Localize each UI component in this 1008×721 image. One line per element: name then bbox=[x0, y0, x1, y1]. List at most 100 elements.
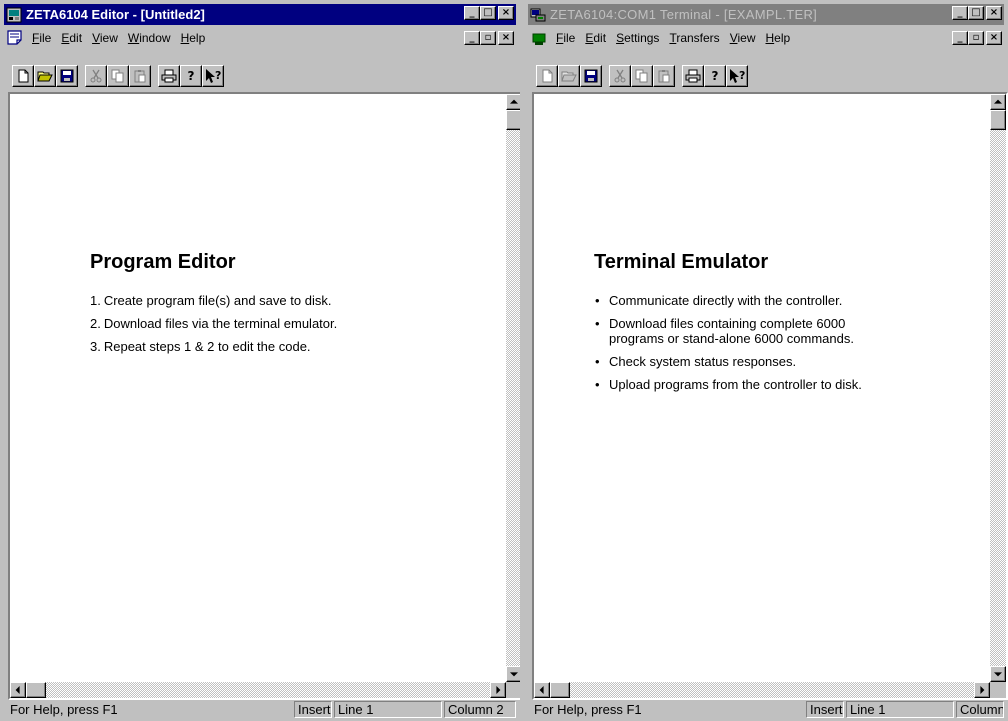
terminal-text-area[interactable]: Terminal Emulator Communicate directly w… bbox=[534, 94, 990, 682]
editor-vertical-scrollbar[interactable] bbox=[506, 94, 520, 682]
editor-doc-close-button[interactable]: × bbox=[498, 31, 514, 45]
terminal-minimize-button[interactable]: _ bbox=[952, 6, 968, 20]
terminal-menu-file[interactable]: File bbox=[556, 31, 575, 45]
new-file-button[interactable] bbox=[536, 65, 558, 87]
scroll-right-button[interactable] bbox=[490, 682, 506, 698]
terminal-titlebar[interactable]: ZETA6104:COM1 Terminal - [EXAMPL.TER] _ … bbox=[528, 4, 1004, 25]
editor-menu-view[interactable]: View bbox=[92, 31, 118, 45]
help-button[interactable]: ? bbox=[180, 65, 202, 87]
arrow-left-icon bbox=[539, 686, 544, 694]
status-help-text: For Help, press F1 bbox=[534, 702, 642, 717]
print-button[interactable] bbox=[158, 65, 180, 87]
status-column: Column 2 bbox=[444, 701, 516, 718]
scroll-thumb[interactable] bbox=[990, 110, 1006, 130]
copy-button[interactable] bbox=[107, 65, 129, 87]
terminal-vertical-scrollbar[interactable] bbox=[990, 94, 1006, 682]
status-column: Column bbox=[956, 701, 1004, 718]
editor-doc-restore-button[interactable]: ▫ bbox=[480, 31, 496, 45]
editor-title: ZETA6104 Editor - [Untitled2] bbox=[26, 7, 205, 22]
copy-button[interactable] bbox=[631, 65, 653, 87]
printer-icon bbox=[161, 69, 177, 83]
scroll-down-button[interactable] bbox=[506, 666, 520, 682]
cut-button[interactable] bbox=[85, 65, 107, 87]
editor-window: ZETA6104 Editor - [Untitled2] _ □ × File… bbox=[0, 0, 520, 721]
arrow-up-icon bbox=[994, 99, 1002, 104]
editor-menu-window[interactable]: Window bbox=[128, 31, 171, 45]
terminal-doc-minimize-button[interactable]: _ bbox=[952, 31, 968, 45]
editor-titlebar[interactable]: ZETA6104 Editor - [Untitled2] _ □ × bbox=[4, 4, 516, 25]
scissors-icon bbox=[90, 69, 102, 83]
print-button[interactable] bbox=[682, 65, 704, 87]
editor-heading: Program Editor bbox=[90, 251, 236, 273]
save-button[interactable] bbox=[56, 65, 78, 87]
terminal-menu-help[interactable]: Help bbox=[766, 31, 791, 45]
scroll-left-button[interactable] bbox=[534, 682, 550, 698]
list-item: Upload programs from the controller to d… bbox=[594, 377, 862, 392]
terminal-maximize-button[interactable]: □ bbox=[968, 6, 984, 20]
terminal-document-area[interactable]: Terminal Emulator Communicate directly w… bbox=[532, 92, 1008, 700]
scroll-thumb[interactable] bbox=[26, 682, 46, 698]
terminal-doc-close-button[interactable]: × bbox=[986, 31, 1002, 45]
terminal-close-button[interactable]: × bbox=[986, 6, 1002, 20]
editor-text-area[interactable]: Program Editor 1. Create program file(s) … bbox=[10, 94, 506, 682]
open-file-button[interactable] bbox=[34, 65, 56, 87]
terminal-menu-edit[interactable]: Edit bbox=[585, 31, 606, 45]
context-help-arrow-icon: ? bbox=[206, 69, 221, 83]
terminal-heading: Terminal Emulator bbox=[594, 251, 769, 273]
arrow-left-icon bbox=[15, 686, 20, 694]
status-help-text: For Help, press F1 bbox=[10, 702, 118, 717]
scroll-up-button[interactable] bbox=[506, 94, 520, 110]
context-help-button[interactable]: ? bbox=[726, 65, 748, 87]
context-help-arrow-icon: ? bbox=[730, 69, 745, 83]
cut-button[interactable] bbox=[609, 65, 631, 87]
scroll-left-button[interactable] bbox=[10, 682, 26, 698]
open-file-button[interactable] bbox=[558, 65, 580, 87]
terminal-doc-restore-button[interactable]: ▫ bbox=[968, 31, 984, 45]
context-help-button[interactable]: ? bbox=[202, 65, 224, 87]
scroll-down-button[interactable] bbox=[990, 666, 1006, 682]
arrow-right-icon bbox=[980, 686, 985, 694]
document-icon[interactable] bbox=[6, 29, 24, 47]
new-file-button[interactable] bbox=[12, 65, 34, 87]
editor-minimize-button[interactable]: _ bbox=[464, 6, 480, 20]
scroll-right-button[interactable] bbox=[974, 682, 990, 698]
terminal-horizontal-scrollbar[interactable] bbox=[534, 682, 990, 698]
arrow-up-icon bbox=[510, 99, 518, 104]
svg-text:?: ? bbox=[215, 69, 221, 82]
list-item: Communicate directly with the controller… bbox=[594, 293, 862, 308]
editor-steps-list: 1. Create program file(s) and save to dis… bbox=[90, 293, 337, 362]
editor-toolbar: ? ? bbox=[12, 64, 231, 88]
terminal-features-list: Communicate directly with the controller… bbox=[594, 293, 862, 400]
terminal-document-icon[interactable] bbox=[530, 29, 548, 47]
editor-menu-edit[interactable]: Edit bbox=[61, 31, 82, 45]
svg-text:?: ? bbox=[739, 69, 745, 82]
editor-menu-help[interactable]: Help bbox=[181, 31, 206, 45]
list-item: 3. Repeat steps 1 & 2 to edit the code. bbox=[90, 339, 311, 354]
editor-document-area[interactable]: Program Editor 1. Create program file(s) … bbox=[8, 92, 520, 700]
open-folder-icon bbox=[37, 71, 53, 82]
terminal-statusbar: For Help, press F1 Insert Line 1 Column bbox=[528, 700, 1004, 719]
new-file-icon bbox=[542, 69, 553, 83]
save-button[interactable] bbox=[580, 65, 602, 87]
scroll-thumb[interactable] bbox=[506, 110, 520, 130]
help-button[interactable]: ? bbox=[704, 65, 726, 87]
paste-button[interactable] bbox=[129, 65, 151, 87]
editor-close-button[interactable]: × bbox=[498, 6, 514, 20]
editor-menu-file[interactable]: File bbox=[32, 31, 51, 45]
terminal-menu-view[interactable]: View bbox=[730, 31, 756, 45]
editor-app-icon[interactable] bbox=[6, 7, 22, 23]
list-item: 1. Create program file(s) and save to dis… bbox=[90, 293, 332, 308]
editor-horizontal-scrollbar[interactable] bbox=[10, 682, 506, 698]
terminal-menu-transfers[interactable]: Transfers bbox=[669, 31, 719, 45]
arrow-right-icon bbox=[496, 686, 501, 694]
terminal-app-icon[interactable] bbox=[530, 7, 546, 23]
editor-doc-minimize-button[interactable]: _ bbox=[464, 31, 480, 45]
paste-button[interactable] bbox=[653, 65, 675, 87]
list-item: 2. Download files via the terminal emulat… bbox=[90, 316, 338, 331]
editor-maximize-button[interactable]: □ bbox=[480, 6, 496, 20]
scroll-thumb[interactable] bbox=[550, 682, 570, 698]
terminal-menu-settings[interactable]: Settings bbox=[616, 31, 659, 45]
editor-statusbar: For Help, press F1 Insert Line 1 Column … bbox=[4, 700, 516, 719]
scroll-up-button[interactable] bbox=[990, 94, 1006, 110]
terminal-menubar: File Edit Settings Transfers View Help _… bbox=[528, 27, 1004, 49]
